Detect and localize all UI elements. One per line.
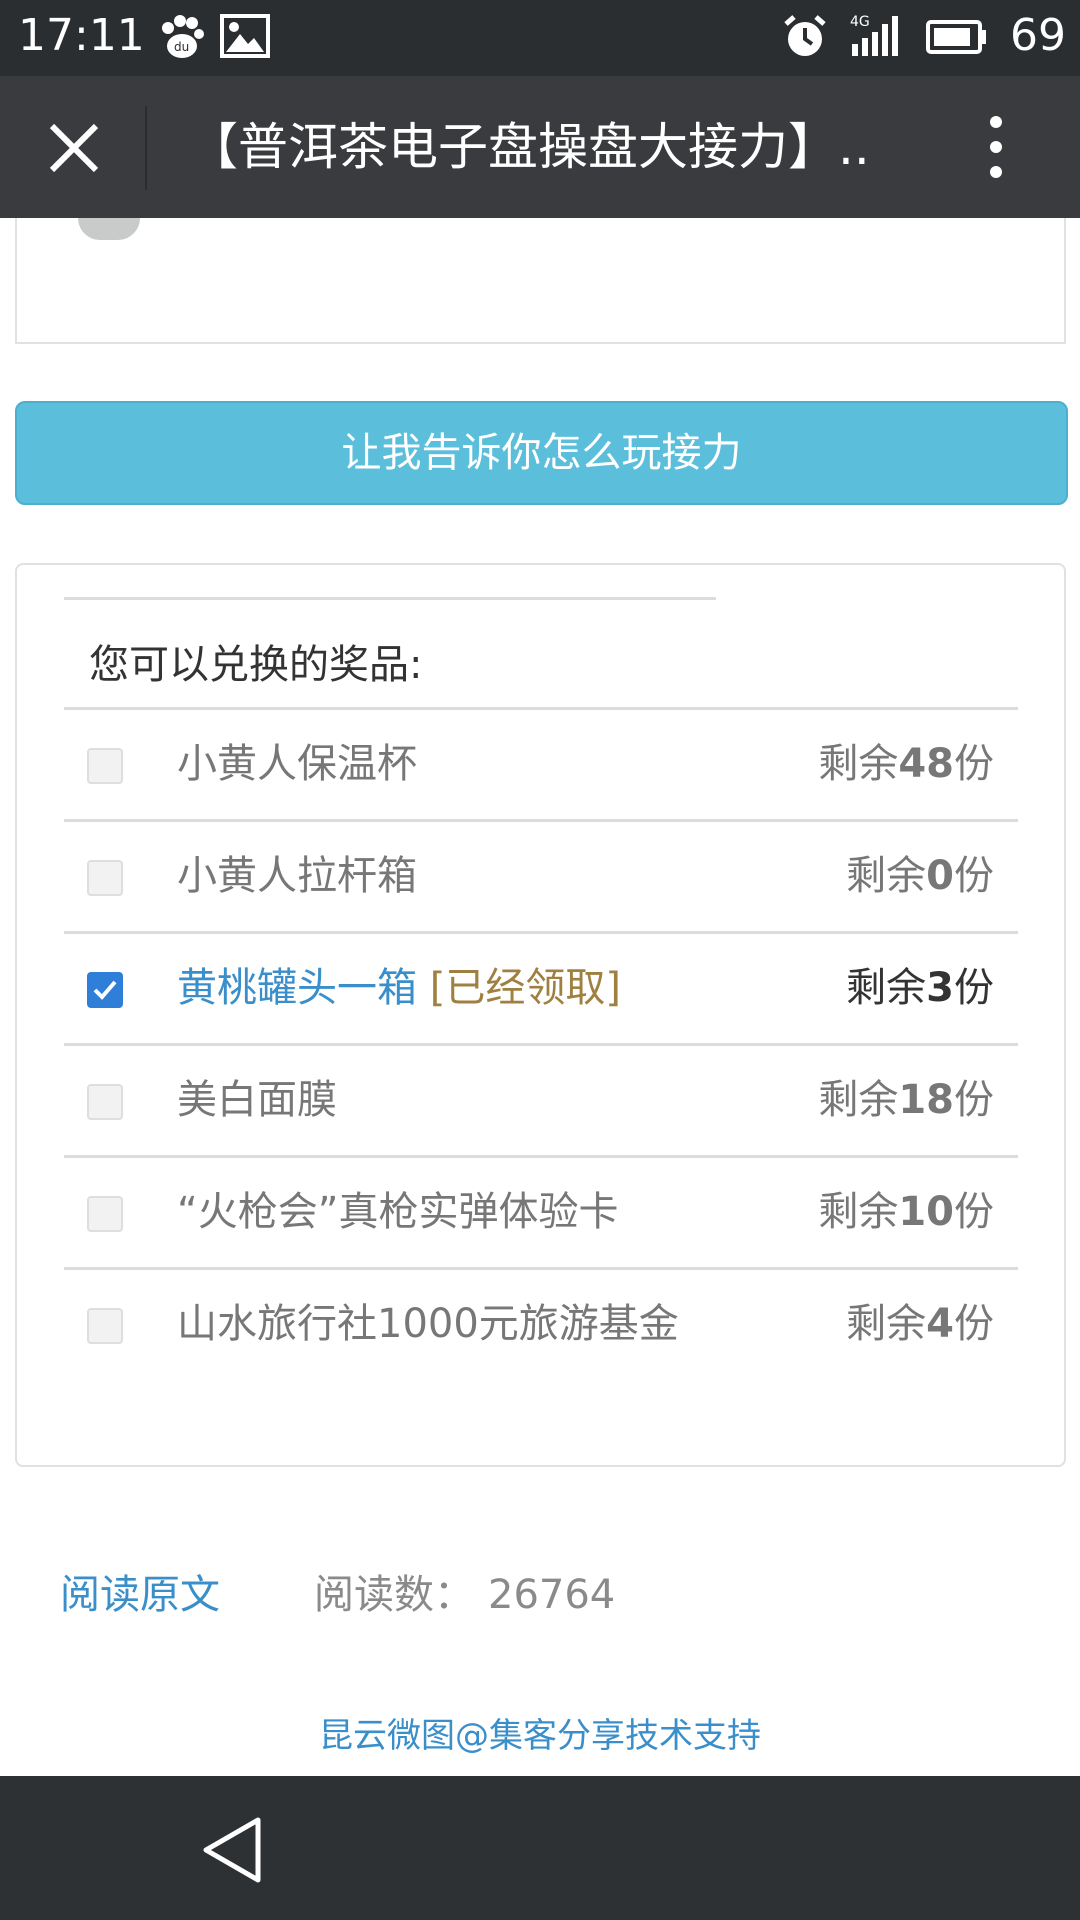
tech-support-link[interactable]: 昆云微图@集客分享技术支持 — [0, 1708, 1080, 1757]
check-icon — [93, 980, 117, 1000]
image-icon — [220, 14, 270, 62]
read-original-link[interactable]: 阅读原文 — [60, 1565, 220, 1625]
prize-row[interactable]: 小黄人拉杆箱 剩余0份 — [64, 819, 1018, 931]
navigation-bar — [0, 1776, 1080, 1920]
prize-stock: 剩余10份 — [818, 1189, 994, 1235]
prize-row[interactable]: 山水旅行社1000元旅游基金 剩余4份 — [64, 1267, 1018, 1379]
prize-row[interactable]: 小黄人保温杯 剩余48份 — [64, 707, 1018, 819]
prize-name: 黄桃罐头一箱 [已经领取] — [177, 965, 621, 1011]
svg-text:4G: 4G — [850, 14, 870, 30]
claimed-badge: [已经领取] — [429, 965, 621, 1011]
title-bar: 【普洱茶电子盘操盘大接力】.. — [0, 76, 1080, 218]
prize-name: 小黄人拉杆箱 — [177, 853, 417, 899]
battery-percentage: 69 — [1010, 10, 1066, 61]
more-vertical-icon[interactable] — [976, 114, 1016, 180]
prize-row-selected[interactable]: 黄桃罐头一箱 [已经领取] 剩余3份 — [64, 931, 1018, 1043]
alarm-icon — [782, 14, 828, 64]
prize-checkbox[interactable] — [87, 1308, 123, 1344]
prize-row[interactable]: “火枪会”真枪实弹体验卡 剩余10份 — [64, 1155, 1018, 1267]
prize-checkbox[interactable] — [87, 860, 123, 896]
prize-name: “火枪会”真枪实弹体验卡 — [177, 1189, 619, 1235]
prize-stock: 剩余0份 — [846, 853, 994, 899]
page-title: 【普洱茶电子盘操盘大接力】.. — [188, 118, 870, 176]
prize-stock: 剩余3份 — [846, 965, 994, 1011]
article-card — [15, 218, 1066, 344]
back-triangle-icon[interactable] — [198, 1814, 268, 1886]
how-to-play-button[interactable]: 让我告诉你怎么玩接力 — [15, 401, 1068, 505]
baidu-icon: du — [158, 14, 206, 64]
prize-stock: 剩余4份 — [846, 1301, 994, 1347]
divider — [64, 597, 716, 600]
prize-row[interactable]: 美白面膜 剩余18份 — [64, 1043, 1018, 1155]
prize-name: 美白面膜 — [177, 1077, 337, 1123]
prize-name: 小黄人保温杯 — [177, 741, 417, 787]
prize-name: 山水旅行社1000元旅游基金 — [177, 1301, 679, 1347]
prize-stock: 剩余48份 — [818, 741, 994, 787]
prize-list: 小黄人保温杯 剩余48份 小黄人拉杆箱 剩余0份 黄桃罐头一箱 [已经领取] 剩… — [64, 707, 1018, 1379]
battery-icon — [926, 20, 988, 58]
read-count: 26764 — [488, 1572, 616, 1618]
status-time: 17:11 — [18, 10, 145, 61]
svg-text:du: du — [174, 40, 189, 54]
prize-checkbox-checked[interactable] — [87, 972, 123, 1008]
close-icon[interactable] — [44, 118, 104, 178]
prize-checkbox[interactable] — [87, 1084, 123, 1120]
signal-icon: 4G — [850, 12, 906, 64]
prize-checkbox[interactable] — [87, 748, 123, 784]
status-bar: 17:11 du 4G 69 — [0, 0, 1080, 76]
prize-checkbox[interactable] — [87, 1196, 123, 1232]
prize-stock: 剩余18份 — [818, 1077, 994, 1123]
read-count-label: 阅读数： — [314, 1572, 474, 1618]
prize-card: 您可以兑换的奖品: 小黄人保温杯 剩余48份 小黄人拉杆箱 剩余0份 黄桃罐头一… — [15, 563, 1066, 1467]
title-divider — [145, 106, 147, 190]
prize-heading: 您可以兑换的奖品: — [89, 642, 423, 688]
